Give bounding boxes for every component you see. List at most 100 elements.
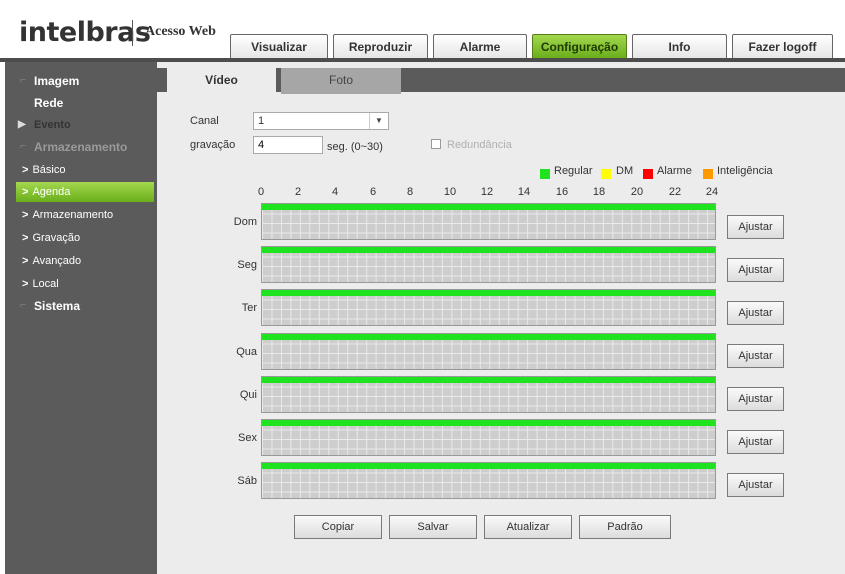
day-label-ter: Ter bbox=[241, 302, 257, 314]
sidebar-item-local[interactable]: > Local bbox=[5, 273, 157, 295]
schedule-row-qua[interactable] bbox=[261, 333, 716, 370]
collapse-marker-icon: ⌐ bbox=[20, 141, 26, 152]
ajustar-button-sex[interactable]: Ajustar bbox=[727, 430, 784, 454]
tab-info[interactable]: Info bbox=[632, 34, 727, 58]
hour-label: 20 bbox=[630, 186, 644, 198]
salvar-button[interactable]: Salvar bbox=[389, 515, 477, 539]
intelbras-logo: intelbras bbox=[19, 17, 151, 48]
sidebar-item-label: Sistema bbox=[34, 299, 81, 313]
chevron-right-icon: > bbox=[22, 278, 29, 290]
sidebar-item-imagem[interactable]: ⌐ Imagem bbox=[5, 70, 157, 92]
sidebar-item-agenda[interactable]: > Agenda bbox=[16, 182, 154, 202]
hour-label: 8 bbox=[406, 186, 414, 198]
redundancia-checkbox[interactable] bbox=[431, 139, 441, 149]
schedule-row-sab[interactable] bbox=[261, 462, 716, 499]
logo-divider bbox=[132, 20, 133, 46]
day-label-qui: Qui bbox=[239, 389, 257, 401]
legend-label-inteligencia: Inteligência bbox=[717, 165, 773, 177]
schedule-row-seg[interactable] bbox=[261, 246, 716, 283]
sidebar-item-label: Armazenamento bbox=[32, 209, 114, 221]
schedule-bar-regular bbox=[262, 377, 715, 383]
collapse-marker-icon: ⌐ bbox=[20, 75, 26, 86]
sidebar-item-basico[interactable]: > Básico bbox=[5, 159, 157, 181]
hour-label: 6 bbox=[369, 186, 377, 198]
ajustar-button-seg[interactable]: Ajustar bbox=[727, 258, 784, 282]
tab-alarme[interactable]: Alarme bbox=[433, 34, 527, 58]
sidebar-item-avancado[interactable]: > Avançado bbox=[5, 250, 157, 272]
chevron-right-icon: > bbox=[22, 255, 29, 267]
hour-label: 4 bbox=[331, 186, 339, 198]
atualizar-button[interactable]: Atualizar bbox=[484, 515, 572, 539]
sidebar-item-gravacao[interactable]: > Gravação bbox=[5, 227, 157, 249]
schedule-bar-regular bbox=[262, 290, 715, 296]
gravacao-input[interactable] bbox=[253, 136, 323, 154]
hour-label: 10 bbox=[443, 186, 457, 198]
canal-label: Canal bbox=[190, 115, 219, 127]
hour-label: 12 bbox=[480, 186, 494, 198]
padrao-button[interactable]: Padrão bbox=[579, 515, 671, 539]
sidebar-item-sistema[interactable]: ⌐ Sistema bbox=[5, 295, 157, 317]
canal-select[interactable]: 1 ▼ bbox=[253, 112, 389, 130]
chevron-down-icon: ▼ bbox=[369, 113, 388, 129]
chevron-right-icon: > bbox=[22, 186, 29, 198]
ajustar-button-ter[interactable]: Ajustar bbox=[727, 301, 784, 325]
header: intelbras Acesso Web Visualizar Reproduz… bbox=[0, 0, 845, 62]
collapse-marker-icon: ⌐ bbox=[20, 300, 26, 311]
day-label-sab: Sáb bbox=[237, 475, 257, 487]
schedule-row-ter[interactable] bbox=[261, 289, 716, 326]
tab-reproduzir[interactable]: Reproduzir bbox=[333, 34, 428, 58]
sidebar-item-armazenamento-sub[interactable]: > Armazenamento bbox=[5, 204, 157, 226]
sidebar-item-evento[interactable]: ▶ Evento bbox=[5, 114, 157, 136]
schedule-bar-regular bbox=[262, 247, 715, 253]
legend-label-alarme: Alarme bbox=[657, 165, 692, 177]
legend-label-dm: DM bbox=[616, 165, 634, 177]
hour-label: 16 bbox=[555, 186, 569, 198]
sidebar-item-rede[interactable]: Rede bbox=[5, 92, 157, 114]
tab-fazer-logoff[interactable]: Fazer logoff bbox=[732, 34, 833, 58]
tab-configuracao[interactable]: Configuração bbox=[532, 34, 627, 58]
sidebar-item-label: Local bbox=[32, 278, 59, 290]
sidebar-item-label: Rede bbox=[34, 96, 64, 110]
schedule-row-dom[interactable] bbox=[261, 203, 716, 240]
ajustar-button-sab[interactable]: Ajustar bbox=[727, 473, 784, 497]
sidebar-item-armazenamento[interactable]: ⌐ Armazenamento bbox=[5, 136, 157, 158]
sidebar-item-label: Evento bbox=[34, 119, 71, 131]
canal-select-value: 1 bbox=[258, 115, 265, 127]
schedule-bar-regular bbox=[262, 463, 715, 469]
hour-label: 24 bbox=[705, 186, 719, 198]
ajustar-button-qui[interactable]: Ajustar bbox=[727, 387, 784, 411]
legend-swatch-alarme bbox=[643, 169, 653, 179]
tab-visualizar[interactable]: Visualizar bbox=[230, 34, 328, 58]
sidebar-item-label: Gravação bbox=[32, 232, 81, 244]
schedule-bar-regular bbox=[262, 204, 715, 210]
hour-label: 22 bbox=[668, 186, 682, 198]
chevron-right-icon: > bbox=[22, 232, 29, 244]
app-subtitle: Acesso Web bbox=[145, 24, 216, 39]
tab-video[interactable]: Vídeo bbox=[167, 68, 276, 94]
sidebar-item-label: Básico bbox=[32, 164, 66, 176]
redundancia-label: Redundância bbox=[447, 139, 512, 151]
hour-label: 18 bbox=[592, 186, 606, 198]
day-label-sex: Sex bbox=[238, 432, 257, 444]
ajustar-button-qua[interactable]: Ajustar bbox=[727, 344, 784, 368]
legend-swatch-regular bbox=[540, 169, 550, 179]
gravacao-label: gravação bbox=[190, 139, 236, 151]
main-content: Vídeo Foto Canal 1 ▼ gravação seg. (0~30… bbox=[157, 62, 845, 574]
ajustar-button-dom[interactable]: Ajustar bbox=[727, 215, 784, 239]
sidebar: ⌐ Imagem Rede ▶ Evento ⌐ Armazenamento >… bbox=[5, 62, 157, 574]
chevron-right-icon: > bbox=[22, 164, 29, 176]
day-label-qua: Qua bbox=[236, 346, 257, 358]
copiar-button[interactable]: Copiar bbox=[294, 515, 382, 539]
sidebar-item-label: Agenda bbox=[32, 186, 71, 198]
sidebar-item-label: Armazenamento bbox=[34, 140, 128, 154]
hour-label: 0 bbox=[257, 186, 265, 198]
legend-swatch-inteligencia bbox=[703, 169, 713, 179]
legend-swatch-dm bbox=[601, 169, 611, 179]
hour-label: 2 bbox=[294, 186, 302, 198]
schedule-row-sex[interactable] bbox=[261, 419, 716, 456]
day-label-seg: Seg bbox=[237, 259, 257, 271]
schedule-row-qui[interactable] bbox=[261, 376, 716, 413]
day-label-dom: Dom bbox=[233, 216, 257, 228]
hour-label: 14 bbox=[517, 186, 531, 198]
tab-foto[interactable]: Foto bbox=[281, 68, 401, 94]
